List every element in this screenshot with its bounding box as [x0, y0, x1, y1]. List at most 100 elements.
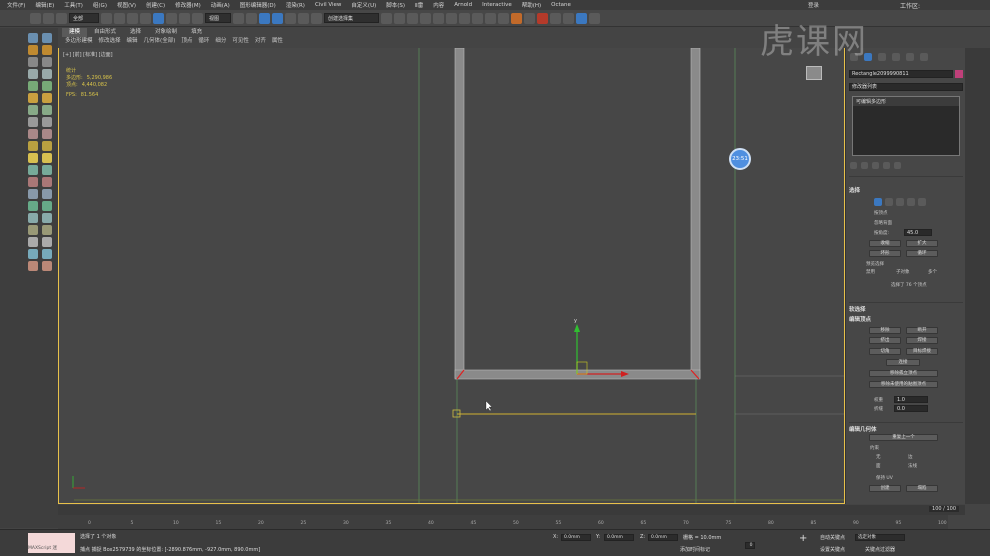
- left-tool-icon[interactable]: [28, 237, 38, 247]
- weight-field[interactable]: 1.0: [894, 396, 928, 403]
- menu-item[interactable]: Ⅱ雷: [410, 1, 428, 9]
- vray-light-icon[interactable]: [563, 12, 574, 24]
- stack-item-editable-poly[interactable]: 可编辑多边形: [853, 97, 959, 106]
- ignore-backfacing-checkbox[interactable]: 忽略背面: [874, 220, 892, 226]
- menu-item[interactable]: 编辑(E): [30, 1, 59, 9]
- rotate-icon[interactable]: [166, 12, 177, 24]
- object-color-swatch[interactable]: [955, 70, 963, 78]
- key-mode-select[interactable]: 选定对象: [855, 534, 905, 541]
- loop-button[interactable]: 循环: [906, 250, 938, 257]
- named-selection-set-select[interactable]: 创建选择集: [324, 13, 379, 23]
- grow-button[interactable]: 扩大: [906, 240, 938, 247]
- render-production-icon[interactable]: [511, 12, 522, 24]
- ribbon-tab[interactable]: 填充: [184, 28, 209, 37]
- mirror-icon[interactable]: [381, 12, 392, 24]
- percent-snap-icon[interactable]: [285, 12, 296, 24]
- x-coord-field[interactable]: 0.0mm: [561, 534, 591, 541]
- shrink-button[interactable]: 收缩: [869, 240, 901, 247]
- constraint-normal-radio[interactable]: 法线: [908, 463, 917, 469]
- repeat-last-button[interactable]: 重复上一个: [869, 434, 938, 441]
- window-crossing-icon[interactable]: [140, 12, 151, 24]
- target-weld-button[interactable]: 目标焊接: [906, 348, 938, 355]
- ribbon-tab[interactable]: 选择: [123, 28, 148, 37]
- left-tool-icon[interactable]: [42, 117, 52, 127]
- border-level-icon[interactable]: [896, 198, 904, 206]
- menu-item[interactable]: 文件(F): [2, 1, 30, 9]
- menu-item[interactable]: 脚本(S): [381, 1, 410, 9]
- left-tool-icon[interactable]: [42, 249, 52, 259]
- left-tool-icon[interactable]: [28, 33, 38, 43]
- left-tool-icon[interactable]: [42, 45, 52, 55]
- left-tool-icon[interactable]: [28, 213, 38, 223]
- add-time-tag[interactable]: 添加时间标记: [680, 546, 710, 553]
- edit-vertices-rollout-header[interactable]: 编辑顶点: [849, 315, 871, 323]
- z-coord-field[interactable]: 0.0mm: [648, 534, 678, 541]
- left-tool-icon[interactable]: [42, 237, 52, 247]
- link-icon[interactable]: [30, 12, 41, 24]
- panel-scrollbar[interactable]: [965, 48, 990, 504]
- menu-item[interactable]: Arnold: [449, 2, 477, 8]
- vray-icon[interactable]: [537, 12, 548, 24]
- edit-geometry-rollout-header[interactable]: 编辑几何体: [849, 425, 877, 433]
- menu-item[interactable]: Civil View: [310, 2, 346, 8]
- left-tool-icon[interactable]: [42, 93, 52, 103]
- menu-item[interactable]: 自定义(U): [346, 1, 381, 9]
- track-bar[interactable]: 0 5 10 15 20 25 30 35 40 45 50 55 60 65 70 75 80 85 90 95 10…: [58, 515, 948, 529]
- chamfer-button[interactable]: 切角: [869, 348, 901, 355]
- left-tool-icon[interactable]: [42, 141, 52, 151]
- left-tool-icon[interactable]: [42, 165, 52, 175]
- remove-modifier-icon[interactable]: [883, 162, 890, 169]
- ribbon-tab[interactable]: 对象绘制: [148, 28, 184, 37]
- by-angle-checkbox[interactable]: 按角度:: [874, 230, 889, 236]
- constraint-none-radio[interactable]: 无: [876, 454, 881, 460]
- auto-key-button[interactable]: 自动关键点: [820, 534, 845, 541]
- material-editor-icon[interactable]: [472, 12, 483, 24]
- left-tool-icon[interactable]: [28, 201, 38, 211]
- scale-icon[interactable]: [179, 12, 190, 24]
- edge-level-icon[interactable]: [885, 198, 893, 206]
- ribbon-subtab[interactable]: 对齐: [252, 37, 269, 46]
- current-frame-field[interactable]: 0: [745, 542, 755, 549]
- ribbon-subtab[interactable]: 编辑: [124, 37, 141, 46]
- align-icon[interactable]: [394, 12, 405, 24]
- menu-item[interactable]: Interactive: [477, 2, 517, 8]
- set-key-button[interactable]: 设置关键点: [820, 546, 845, 553]
- place-icon[interactable]: [192, 12, 203, 24]
- menu-item[interactable]: 视图(V): [112, 1, 141, 9]
- ring-button[interactable]: 环形: [869, 250, 901, 257]
- preview-subobject-radio[interactable]: 子对象: [896, 269, 910, 275]
- ribbon-subtab[interactable]: 顶点: [178, 37, 195, 46]
- pin-stack-icon[interactable]: [850, 162, 857, 169]
- break-button[interactable]: 断开: [906, 327, 938, 334]
- snap-3d-icon[interactable]: [259, 12, 270, 24]
- left-tool-icon[interactable]: [28, 93, 38, 103]
- left-tool-icon[interactable]: [42, 189, 52, 199]
- menu-item[interactable]: 创建(C): [141, 1, 170, 9]
- polygon-level-icon[interactable]: [907, 198, 915, 206]
- angle-snap-icon[interactable]: [272, 12, 283, 24]
- left-tool-icon[interactable]: [28, 81, 38, 91]
- make-unique-icon[interactable]: [872, 162, 879, 169]
- by-vertex-checkbox[interactable]: 按顶点: [874, 210, 888, 216]
- left-tool-icon[interactable]: [28, 225, 38, 235]
- scene-explorer-icon[interactable]: [420, 12, 431, 24]
- crease-field[interactable]: 0.0: [894, 405, 928, 412]
- left-tool-icon[interactable]: [42, 177, 52, 187]
- create-button[interactable]: 创建: [869, 485, 901, 492]
- left-tool-icon[interactable]: [42, 129, 52, 139]
- ribbon-subtab[interactable]: 属性: [269, 37, 286, 46]
- left-tool-icon[interactable]: [42, 201, 52, 211]
- layer-explorer-icon[interactable]: [407, 12, 418, 24]
- object-name-field[interactable]: Rectangle2099990811: [849, 70, 953, 78]
- render-iterative-icon[interactable]: [524, 12, 535, 24]
- angle-field[interactable]: 45.0: [904, 229, 932, 236]
- edit-named-sel-icon[interactable]: [311, 12, 322, 24]
- selection-filter-select[interactable]: 全部: [69, 13, 99, 23]
- view-cube[interactable]: [806, 66, 822, 80]
- left-tool-icon[interactable]: [28, 153, 38, 163]
- extra-tool-icon[interactable]: [589, 12, 600, 24]
- remove-isolated-button[interactable]: 移除孤立顶点: [869, 370, 938, 377]
- vray-frame-icon[interactable]: [550, 12, 561, 24]
- hierarchy-tab-icon[interactable]: [878, 53, 886, 61]
- render-setup-icon[interactable]: [485, 12, 496, 24]
